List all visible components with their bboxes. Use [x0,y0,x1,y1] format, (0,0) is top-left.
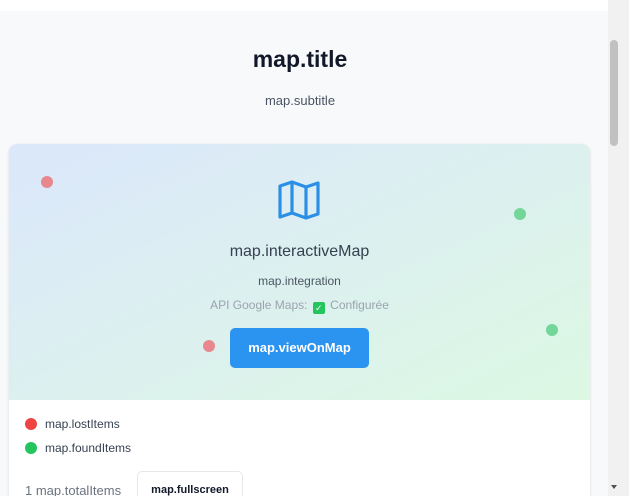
lost-dot-icon [25,418,37,430]
legend-lost-label: map.lostItems [45,417,120,431]
api-status-line: API Google Maps: ✓ Configurée [9,298,590,314]
api-label: API Google Maps: [210,298,308,312]
map-placeholder[interactable]: map.interactiveMap map.integration API G… [9,144,590,400]
scrollbar-thumb[interactable] [610,40,618,146]
legend-lost: map.lostItems [25,417,120,431]
page-title: map.title [252,46,348,72]
map-icon [278,180,320,220]
view-on-map-button[interactable]: map.viewOnMap [230,328,369,368]
scroll-down-arrow-icon[interactable] [611,485,617,489]
interactive-map-label: map.interactiveMap [229,243,370,260]
fullscreen-button[interactable]: map.fullscreen [137,471,243,496]
page: map.title map.subtitle map.interactiveMa… [0,0,608,496]
check-icon: ✓ [312,302,325,314]
found-marker[interactable] [546,324,558,336]
page-subtitle: map.subtitle [264,93,336,108]
found-marker[interactable] [514,208,526,220]
found-dot-icon [25,442,37,454]
legend-found: map.foundItems [25,441,131,455]
integration-label: map.integration [258,274,341,288]
lost-marker[interactable] [203,340,215,352]
scrollbar[interactable] [608,0,629,496]
total-items: 1 map.totalItems [25,483,122,496]
map-card: map.interactiveMap map.integration API G… [9,144,590,496]
api-status: Configurée [330,298,389,312]
lost-marker[interactable] [41,176,53,188]
legend-found-label: map.foundItems [45,441,132,455]
top-band [0,0,608,11]
